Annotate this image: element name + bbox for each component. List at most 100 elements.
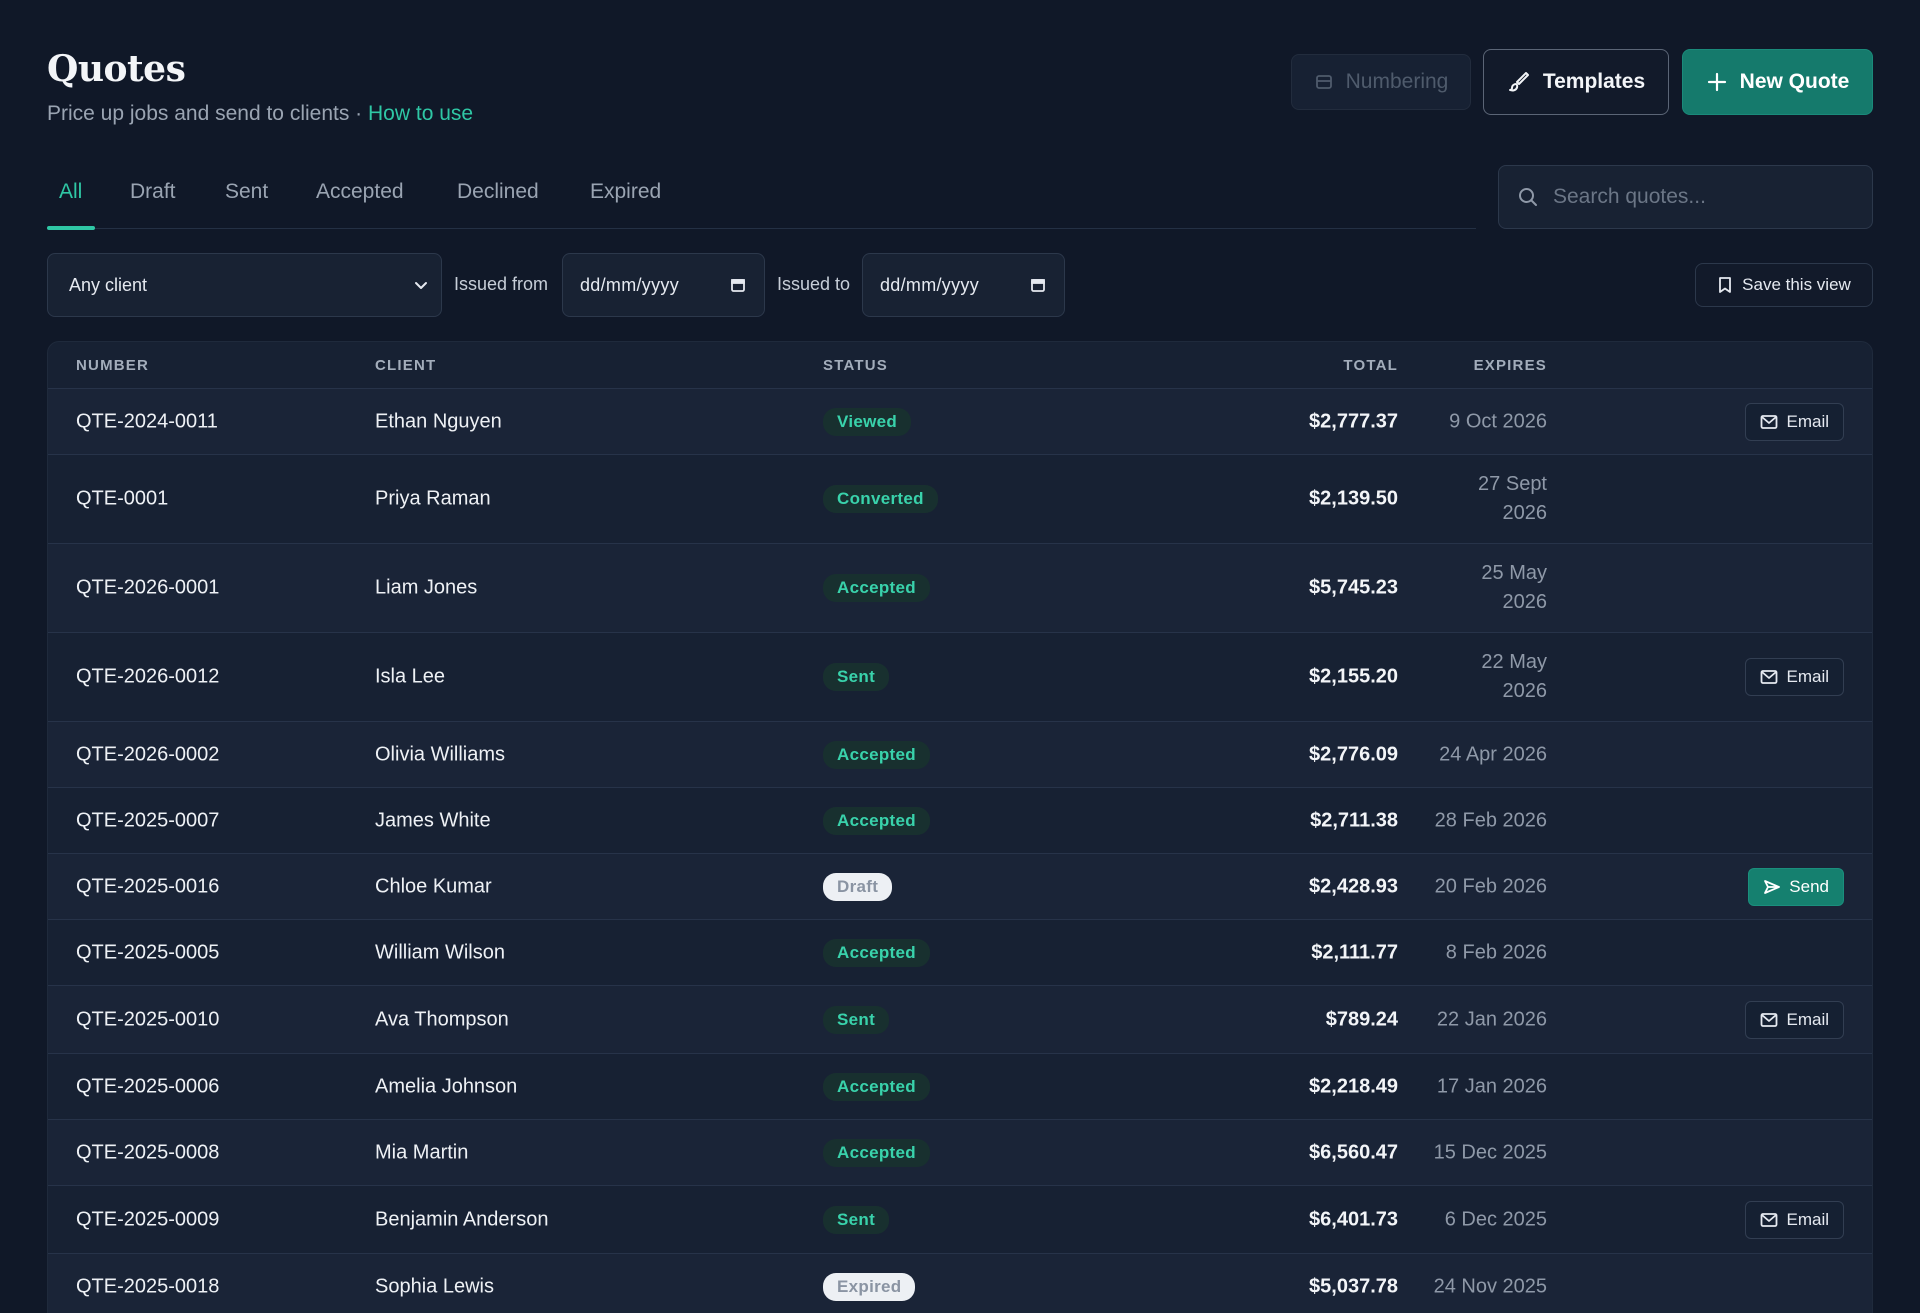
search-icon <box>1517 186 1539 208</box>
table-row[interactable]: QTE-2025-0006 Amelia Johnson Accepted $2,21… <box>48 1054 1872 1120</box>
quotes-page: Quotes Price up jobs and send to clients… <box>47 0 1873 1313</box>
client-name: Sophia Lewis <box>375 1275 494 1297</box>
quote-number[interactable]: QTE-2026-0001 <box>76 577 219 600</box>
quote-total: $2,428.93 <box>1309 875 1398 897</box>
expiry-date: 28 Feb 2026 <box>1434 809 1547 831</box>
mail-icon <box>1760 1012 1778 1028</box>
tab-draft[interactable]: Draft <box>130 180 176 204</box>
issued-to-date-input[interactable]: dd/mm/yyyy <box>862 253 1065 317</box>
client-name: Mia Martin <box>375 1141 469 1163</box>
status-cell: Accepted <box>823 806 930 835</box>
quote-total: $6,560.47 <box>1309 1141 1398 1163</box>
tab-all[interactable]: All <box>59 180 82 204</box>
client-name: Benjamin Anderson <box>375 1208 549 1230</box>
table-row[interactable]: QTE-2025-0009 Benjamin Anderson Sent $6,401… <box>48 1186 1872 1254</box>
status-badge: Accepted <box>823 1138 930 1167</box>
status-cell: Draft <box>823 872 893 901</box>
quote-number[interactable]: QTE-2024-0011 <box>76 410 218 433</box>
mail-icon <box>1760 414 1778 430</box>
quote-total: $2,111.77 <box>1311 941 1398 963</box>
mail-icon <box>1760 1212 1778 1228</box>
status-badge: Sent <box>823 1005 890 1034</box>
search-box[interactable] <box>1498 165 1873 229</box>
quote-number[interactable]: QTE-2025-0007 <box>76 809 219 832</box>
tab-expired[interactable]: Expired <box>590 180 661 204</box>
status-badge: Expired <box>823 1272 916 1301</box>
quote-total: $2,776.09 <box>1309 743 1398 765</box>
column-header-client[interactable]: CLIENT <box>375 357 436 374</box>
status-badge: Converted <box>823 485 938 513</box>
tab-declined[interactable]: Declined <box>457 180 539 204</box>
quote-total: $2,218.49 <box>1309 1075 1398 1097</box>
status-badge: Sent <box>823 663 890 691</box>
quote-number[interactable]: QTE-2026-0002 <box>76 743 219 766</box>
how-to-use-link[interactable]: How to use <box>368 102 473 125</box>
quote-number[interactable]: QTE-0001 <box>76 488 168 511</box>
status-cell: Accepted <box>823 938 930 967</box>
mail-icon <box>1760 669 1778 685</box>
send-button[interactable]: Send <box>1748 867 1844 906</box>
table-header: NUMBER CLIENT STATUS TOTAL EXPIRES <box>48 342 1872 389</box>
status-badge: Accepted <box>823 938 930 967</box>
table-row[interactable]: QTE-0001 Priya Raman Converted $2,139.50 27 … <box>48 455 1872 544</box>
column-header-number[interactable]: NUMBER <box>76 357 149 374</box>
quote-number[interactable]: QTE-2026-0012 <box>76 666 219 689</box>
table-row[interactable]: QTE-2025-0005 William Wilson Accepted $2,11… <box>48 920 1872 986</box>
expiry-date: 20 Feb 2026 <box>1434 875 1547 897</box>
status-badge: Draft <box>823 872 893 901</box>
new-quote-button[interactable]: New Quote <box>1682 49 1873 115</box>
table-row[interactable]: QTE-2026-0001 Liam Jones Accepted $5,745.23… <box>48 544 1872 633</box>
quote-total: $789.24 <box>1325 1008 1398 1030</box>
email-button[interactable]: Email <box>1745 402 1844 441</box>
expiry-date: 24 Apr 2026 <box>1439 743 1547 765</box>
calendar-icon <box>1030 277 1046 293</box>
table-row[interactable]: QTE-2025-0016 Chloe Kumar Draft $2,428.93 20… <box>48 854 1872 920</box>
client-name: Priya Raman <box>375 487 491 510</box>
column-header-expires[interactable]: EXPIRES <box>1474 357 1547 374</box>
table-row[interactable]: QTE-2025-0010 Ava Thompson Sent $789.24 22 J… <box>48 986 1872 1054</box>
templates-button[interactable]: Templates <box>1483 49 1669 115</box>
status-badge: Sent <box>823 1205 890 1234</box>
email-label: Email <box>1786 411 1829 431</box>
quote-number[interactable]: QTE-2025-0006 <box>76 1075 219 1098</box>
expiry-date: 6 Dec 2025 <box>1444 1208 1547 1230</box>
table-row[interactable]: QTE-2026-0012 Isla Lee Sent $2,155.20 22 May… <box>48 633 1872 722</box>
quote-number[interactable]: QTE-2025-0016 <box>76 875 219 898</box>
subtitle-text: Price up jobs and send to clients · <box>47 102 369 125</box>
table-row[interactable]: QTE-2025-0007 James White Accepted $2,711.3… <box>48 788 1872 854</box>
email-button[interactable]: Email <box>1745 658 1844 696</box>
issued-from-label: Issued from <box>454 274 549 294</box>
issued-to-value: dd/mm/yyyy <box>880 274 980 295</box>
column-header-status[interactable]: STATUS <box>823 357 888 374</box>
expiry-date: 15 Dec 2025 <box>1433 1141 1547 1163</box>
status-badge: Accepted <box>823 806 930 835</box>
table-row[interactable]: QTE-2025-0008 Mia Martin Accepted $6,560.47… <box>48 1120 1872 1186</box>
client-name: James White <box>375 809 491 831</box>
table-row[interactable]: QTE-2025-0018 Sophia Lewis Expired $5,037.7… <box>48 1254 1872 1313</box>
column-header-total[interactable]: TOTAL <box>1343 357 1398 374</box>
issued-from-date-input[interactable]: dd/mm/yyyy <box>562 253 765 317</box>
table-row[interactable]: QTE-2024-0011 Ethan Nguyen Viewed $2,777.37… <box>48 389 1872 455</box>
client-filter-select[interactable]: Any client <box>47 253 442 317</box>
quote-number[interactable]: QTE-2025-0010 <box>76 1008 219 1031</box>
search-input[interactable] <box>1553 185 1853 209</box>
tab-accepted[interactable]: Accepted <box>316 180 404 204</box>
table-row[interactable]: QTE-2026-0002 Olivia Williams Accepted $2,7… <box>48 722 1872 788</box>
status-cell: Accepted <box>823 574 930 602</box>
new-quote-label: New Quote <box>1739 70 1850 93</box>
quote-number[interactable]: QTE-2025-0008 <box>76 1141 219 1164</box>
client-name: Amelia Johnson <box>375 1075 518 1097</box>
save-view-button[interactable]: Save this view <box>1695 263 1873 307</box>
quote-number[interactable]: QTE-2025-0005 <box>76 941 219 964</box>
chevron-down-icon <box>413 277 429 293</box>
issued-from-value: dd/mm/yyyy <box>580 274 680 295</box>
email-button[interactable]: Email <box>1745 1000 1844 1039</box>
quote-number[interactable]: QTE-2025-0018 <box>76 1275 219 1298</box>
email-button[interactable]: Email <box>1745 1200 1844 1239</box>
client-name: William Wilson <box>375 941 505 963</box>
numbering-button[interactable]: Numbering <box>1291 54 1471 110</box>
tab-sent[interactable]: Sent <box>225 180 268 204</box>
quote-total: $2,155.20 <box>1309 665 1398 688</box>
table-body: QTE-2024-0011 Ethan Nguyen Viewed $2,777.37… <box>48 389 1872 1313</box>
quote-number[interactable]: QTE-2025-0009 <box>76 1208 219 1231</box>
